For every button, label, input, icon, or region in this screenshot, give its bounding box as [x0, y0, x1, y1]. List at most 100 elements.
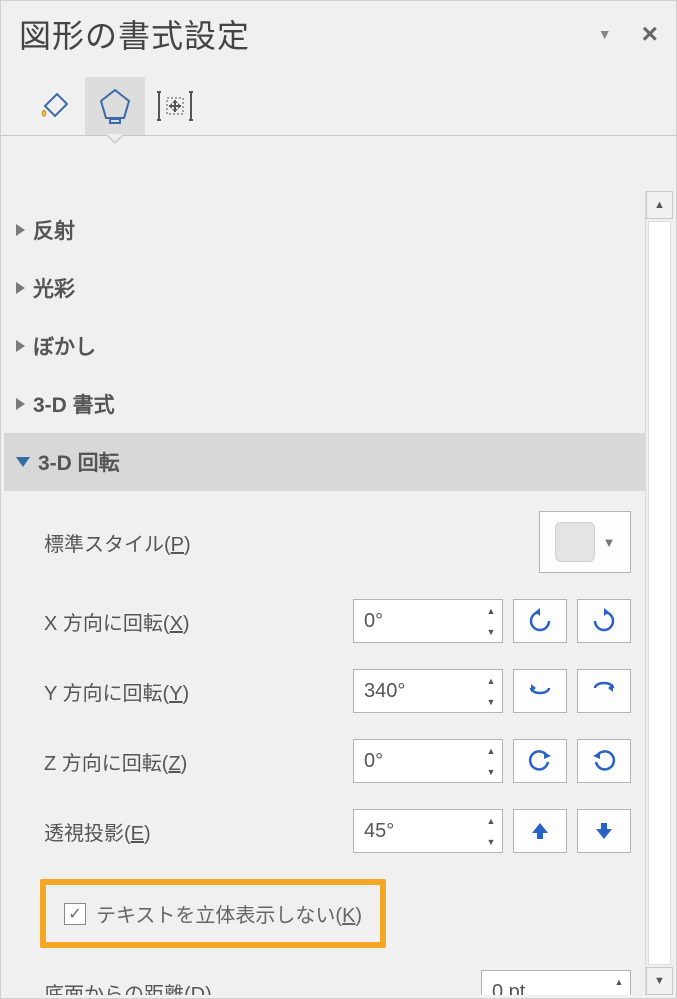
row-z-rotation: Z 方向に回転(Z) 0° ▲ ▼	[44, 739, 631, 783]
perspective-value: 45°	[354, 820, 480, 843]
t: 底面からの距離(	[44, 984, 191, 996]
spin-up[interactable]: ▲	[480, 600, 502, 621]
rotate-cw-icon	[591, 748, 617, 774]
perspective-label: 透視投影(E)	[44, 817, 353, 846]
rotate-z-ccw-button[interactable]	[513, 739, 567, 783]
perspective-up-button[interactable]	[513, 809, 567, 853]
preset-label: 標準スタイル(P)	[44, 528, 539, 557]
spin-down[interactable]: ▼	[480, 691, 502, 712]
section-label: ぼかし	[33, 331, 96, 361]
t: )	[184, 534, 191, 556]
flat-text-label: テキストを立体表示しない(K)	[96, 899, 362, 928]
flat-text-checkbox[interactable]: ✓	[64, 903, 86, 925]
z-value: 0°	[354, 750, 480, 773]
header-controls: ▼ ×	[598, 18, 658, 50]
t: D	[191, 984, 205, 996]
t: 透視投影(	[44, 823, 131, 845]
vertical-scrollbar[interactable]: ▲ ▼	[645, 191, 673, 995]
x-rotation-input[interactable]: 0° ▲ ▼	[353, 599, 503, 643]
expand-icon	[16, 340, 25, 352]
section-glow[interactable]: 光彩	[4, 259, 645, 317]
rotate-y-down-button[interactable]	[513, 669, 567, 713]
perspective-input[interactable]: 45° ▲ ▼	[353, 809, 503, 853]
chevron-down-icon: ▼	[603, 535, 616, 550]
pentagon-icon	[97, 86, 133, 126]
row-preset: 標準スタイル(P) ▼	[44, 511, 631, 573]
t: X 方向に回転(	[44, 613, 170, 635]
preset-swatch-icon	[555, 522, 595, 562]
section-reflection[interactable]: 反射	[4, 201, 645, 259]
x-label: X 方向に回転(X)	[44, 607, 353, 636]
t: P	[171, 534, 184, 556]
content: 反射 光彩 ぼかし 3-D 書式 3-D 回転 標準スタ	[4, 191, 645, 995]
spin-down[interactable]: ▼	[608, 992, 630, 995]
spin-down[interactable]: ▼	[480, 761, 502, 782]
spin-up[interactable]: ▲	[480, 810, 502, 831]
t: Y 方向に回転(	[44, 683, 169, 705]
expand-icon	[16, 224, 25, 236]
rotate-down-icon	[527, 678, 553, 704]
rotate-right-icon	[591, 608, 617, 634]
close-icon[interactable]: ×	[642, 18, 658, 50]
row-perspective: 透視投影(E) 45° ▲ ▼	[44, 809, 631, 853]
rotate-y-up-button[interactable]	[577, 669, 631, 713]
t: )	[183, 683, 190, 705]
row-y-rotation: Y 方向に回転(Y) 340° ▲ ▼	[44, 669, 631, 713]
rotate-x-left-button[interactable]	[513, 599, 567, 643]
t: テキストを立体表示しない(	[96, 905, 342, 927]
spin: ▲ ▼	[480, 810, 502, 852]
rotate-left-icon	[527, 608, 553, 634]
spin: ▲ ▼	[480, 670, 502, 712]
section-3d-format[interactable]: 3-D 書式	[4, 375, 645, 433]
spin-up[interactable]: ▲	[480, 670, 502, 691]
spin-down[interactable]: ▼	[480, 831, 502, 852]
distance-input[interactable]: 0 pt ▲ ▼	[481, 970, 631, 995]
rotate-z-cw-button[interactable]	[577, 739, 631, 783]
paint-bucket-icon	[37, 88, 73, 124]
scroll-area: 反射 光彩 ぼかし 3-D 書式 3-D 回転 標準スタ	[4, 191, 673, 995]
section-label: 反射	[33, 215, 75, 245]
section-blur[interactable]: ぼかし	[4, 317, 645, 375]
preset-style-dropdown[interactable]: ▼	[539, 511, 631, 573]
expand-icon	[16, 398, 25, 410]
z-rotation-input[interactable]: 0° ▲ ▼	[353, 739, 503, 783]
y-label: Y 方向に回転(Y)	[44, 677, 353, 706]
spin-up[interactable]: ▲	[480, 740, 502, 761]
tab-size-properties[interactable]	[145, 77, 205, 135]
rotate-x-right-button[interactable]	[577, 599, 631, 643]
spin: ▲ ▼	[480, 740, 502, 782]
rotation-body: 標準スタイル(P) ▼ X 方向に回転(X) 0° ▲	[4, 491, 645, 995]
arrow-down-icon	[593, 820, 615, 842]
t: 標準スタイル(	[44, 534, 171, 556]
distance-value: 0 pt	[482, 981, 608, 996]
expand-icon	[16, 282, 25, 294]
tab-fill-line[interactable]	[25, 77, 85, 135]
t: )	[144, 823, 151, 845]
tab-effects[interactable]	[85, 77, 145, 135]
spin-up[interactable]: ▲	[608, 971, 630, 992]
row-distance: 底面からの距離(D) 0 pt ▲ ▼	[44, 970, 631, 995]
row-x-rotation: X 方向に回転(X) 0° ▲ ▼	[44, 599, 631, 643]
scroll-down-button[interactable]: ▼	[646, 967, 673, 995]
rotate-up-icon	[591, 678, 617, 704]
t: Z 方向に回転(	[44, 753, 168, 775]
size-icon	[155, 88, 195, 124]
flat-text-row: ✓ テキストを立体表示しない(K)	[40, 879, 386, 948]
spin-down[interactable]: ▼	[480, 621, 502, 642]
spin: ▲ ▼	[608, 971, 630, 995]
t: Y	[169, 683, 182, 705]
scroll-track[interactable]	[648, 221, 671, 965]
section-3d-rotation[interactable]: 3-D 回転	[4, 433, 645, 491]
scroll-up-button[interactable]: ▲	[646, 191, 673, 219]
t: E	[131, 823, 144, 845]
y-rotation-input[interactable]: 340° ▲ ▼	[353, 669, 503, 713]
t: )	[205, 984, 212, 996]
t: )	[183, 613, 190, 635]
y-value: 340°	[354, 680, 480, 703]
t: K	[342, 905, 355, 927]
pane-menu-dropdown[interactable]: ▼	[598, 26, 612, 42]
section-label: 3-D 回転	[38, 447, 120, 477]
perspective-down-button[interactable]	[577, 809, 631, 853]
rotate-ccw-icon	[527, 748, 553, 774]
section-label: 光彩	[33, 273, 75, 303]
